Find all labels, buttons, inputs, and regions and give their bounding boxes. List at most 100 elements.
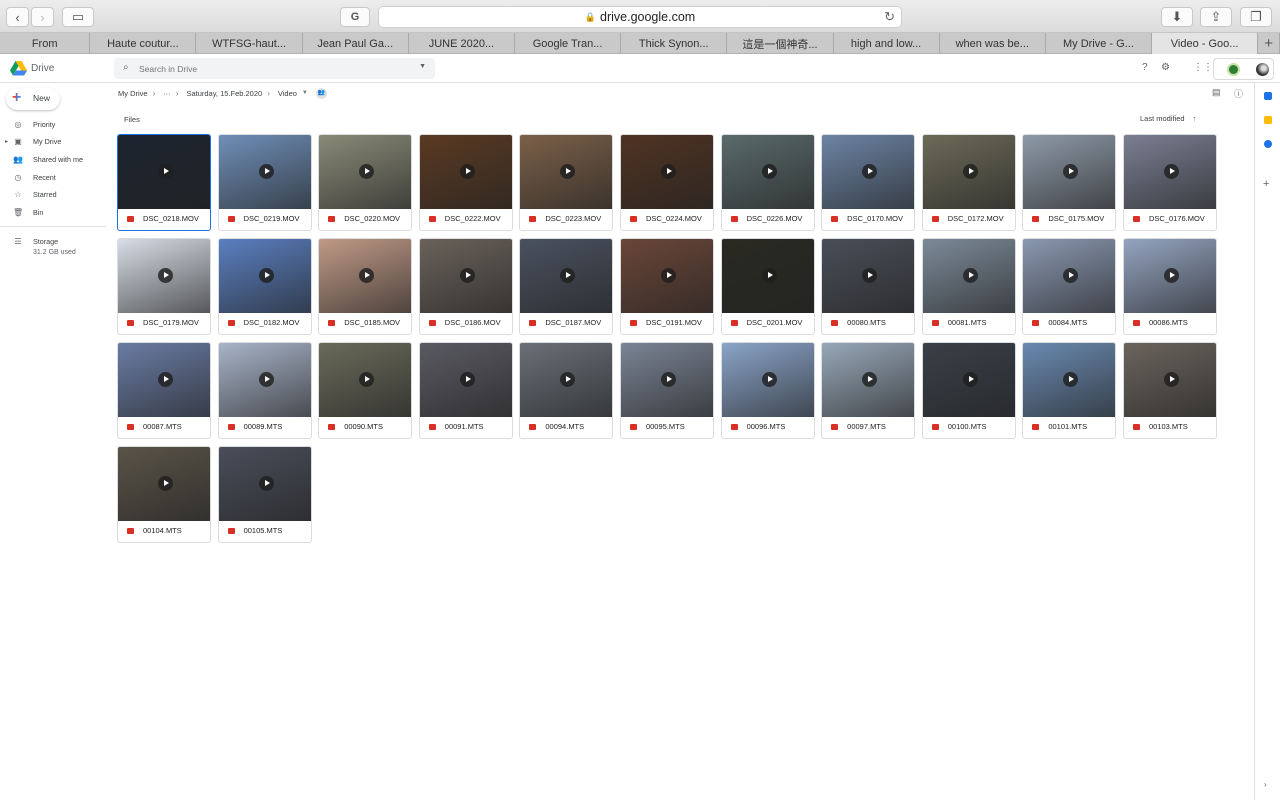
file-name-bar[interactable]: DSC_0175.MOV <box>1023 208 1115 230</box>
video-thumbnail[interactable] <box>822 239 915 313</box>
browser-tab[interactable]: Haute coutur... <box>90 33 197 54</box>
file-name-bar[interactable]: DSC_0186.MOV <box>420 312 512 334</box>
file-card[interactable]: 00103.MTS <box>1122 342 1217 439</box>
file-card[interactable]: DSC_0222.MOV <box>418 134 513 231</box>
back-button[interactable]: ‹ <box>6 7 29 27</box>
expand-arrow-icon[interactable]: ▸ <box>5 138 8 145</box>
video-thumbnail[interactable] <box>721 239 814 313</box>
file-card[interactable]: 00096.MTS <box>720 342 815 439</box>
file-name-bar[interactable]: DSC_0220.MOV <box>319 208 411 230</box>
share-button[interactable]: ⇪ <box>1200 7 1232 27</box>
file-card[interactable]: DSC_0176.MOV <box>1122 134 1217 231</box>
sidebar-item-starred[interactable]: ☆ Starred <box>0 187 108 203</box>
video-thumbnail[interactable] <box>520 239 613 313</box>
file-name-bar[interactable]: 00095.MTS <box>621 416 713 438</box>
file-name-bar[interactable]: DSC_0223.MOV <box>520 208 612 230</box>
drive-logo-icon[interactable] <box>10 61 27 76</box>
file-name-bar[interactable]: DSC_0222.MOV <box>420 208 512 230</box>
video-thumbnail[interactable] <box>1123 343 1216 417</box>
file-card[interactable]: 00101.MTS <box>1022 342 1117 439</box>
file-card[interactable]: 00086.MTS <box>1122 238 1217 335</box>
video-thumbnail[interactable] <box>218 343 311 417</box>
video-thumbnail[interactable] <box>218 447 311 521</box>
video-thumbnail[interactable] <box>319 343 412 417</box>
search-box[interactable]: ⌕ ▼ <box>114 58 435 79</box>
file-card[interactable]: DSC_0185.MOV <box>318 238 413 335</box>
file-card[interactable]: DSC_0226.MOV <box>720 134 815 231</box>
browser-tab[interactable]: My Drive - G... <box>1046 33 1153 54</box>
file-card[interactable]: 00081.MTS <box>921 238 1016 335</box>
info-icon[interactable]: ⓘ <box>1234 87 1243 100</box>
file-card[interactable]: DSC_0186.MOV <box>418 238 513 335</box>
video-thumbnail[interactable] <box>520 135 613 209</box>
file-name-bar[interactable]: 00097.MTS <box>822 416 914 438</box>
file-name-bar[interactable]: 00096.MTS <box>722 416 814 438</box>
file-name-bar[interactable]: 00091.MTS <box>420 416 512 438</box>
video-thumbnail[interactable] <box>218 239 311 313</box>
calendar-icon[interactable] <box>1264 92 1272 100</box>
file-name-bar[interactable]: DSC_0201.MOV <box>722 312 814 334</box>
file-card[interactable]: 00100.MTS <box>921 342 1016 439</box>
file-name-bar[interactable]: DSC_0226.MOV <box>722 208 814 230</box>
file-name-bar[interactable]: DSC_0179.MOV <box>118 312 210 334</box>
video-thumbnail[interactable] <box>218 135 311 209</box>
video-thumbnail[interactable] <box>319 135 412 209</box>
sidebar-toggle-button[interactable]: ▭ <box>62 7 94 27</box>
file-card[interactable]: DSC_0218.MOV <box>117 134 211 231</box>
video-thumbnail[interactable] <box>620 239 713 313</box>
file-card[interactable]: 00095.MTS <box>619 342 714 439</box>
video-thumbnail[interactable] <box>922 135 1015 209</box>
video-thumbnail[interactable] <box>822 343 915 417</box>
file-card[interactable]: 00091.MTS <box>418 342 513 439</box>
file-name-bar[interactable]: DSC_0182.MOV <box>219 312 311 334</box>
browser-tab[interactable]: when was be... <box>940 33 1046 54</box>
video-thumbnail[interactable] <box>118 343 210 417</box>
sort-label[interactable]: Last modified <box>1140 114 1185 123</box>
extension-button[interactable]: G <box>340 7 370 27</box>
file-card[interactable]: DSC_0179.MOV <box>117 238 211 335</box>
sidebar-item-my-drive[interactable]: ▸ ▣ My Drive <box>0 134 108 150</box>
video-thumbnail[interactable] <box>419 343 512 417</box>
file-name-bar[interactable]: 00105.MTS <box>219 520 311 542</box>
file-name-bar[interactable]: DSC_0191.MOV <box>621 312 713 334</box>
video-thumbnail[interactable] <box>118 135 210 209</box>
video-thumbnail[interactable] <box>922 239 1015 313</box>
user-avatar[interactable] <box>1256 63 1269 76</box>
chevron-right-icon[interactable]: › <box>1264 780 1267 789</box>
file-card[interactable]: DSC_0191.MOV <box>619 238 714 335</box>
browser-tab[interactable]: 這是一個神奇... <box>727 33 834 54</box>
file-card[interactable]: 00094.MTS <box>519 342 614 439</box>
search-options-icon[interactable]: ▼ <box>419 63 426 70</box>
search-input[interactable] <box>139 61 399 76</box>
video-thumbnail[interactable] <box>118 239 210 313</box>
arrow-up-icon[interactable]: ↑ <box>1193 114 1197 123</box>
file-name-bar[interactable]: 00090.MTS <box>319 416 411 438</box>
help-icon[interactable]: ? <box>1142 62 1148 73</box>
file-name-bar[interactable]: DSC_0185.MOV <box>319 312 411 334</box>
file-name-bar[interactable]: DSC_0172.MOV <box>923 208 1015 230</box>
browser-tab[interactable]: high and low... <box>834 33 940 54</box>
file-card[interactable]: 00084.MTS <box>1022 238 1117 335</box>
file-card[interactable]: DSC_0220.MOV <box>318 134 413 231</box>
file-name-bar[interactable]: DSC_0224.MOV <box>621 208 713 230</box>
file-card[interactable]: 00105.MTS <box>217 446 312 543</box>
list-view-icon[interactable]: ▤ <box>1212 87 1221 98</box>
file-name-bar[interactable]: DSC_0218.MOV <box>118 208 210 230</box>
breadcrumb-folder[interactable]: Saturday, 15.Feb.2020 <box>186 89 262 98</box>
downloads-button[interactable]: ⬇ <box>1161 7 1193 27</box>
video-thumbnail[interactable] <box>1123 239 1216 313</box>
forward-button[interactable]: › <box>31 7 54 27</box>
file-name-bar[interactable]: 00080.MTS <box>822 312 914 334</box>
video-thumbnail[interactable] <box>319 239 412 313</box>
video-thumbnail[interactable] <box>922 343 1015 417</box>
chevron-down-icon[interactable]: ▼ <box>302 90 308 96</box>
file-card[interactable]: 00080.MTS <box>821 238 916 335</box>
sidebar-item-bin[interactable]: 🗑 Bin <box>0 205 108 221</box>
file-name-bar[interactable]: 00086.MTS <box>1124 312 1216 334</box>
browser-tab[interactable]: Google Tran... <box>515 33 622 54</box>
file-card[interactable]: 00087.MTS <box>117 342 211 439</box>
browser-tab[interactable]: WTFSG-haut... <box>196 33 303 54</box>
file-name-bar[interactable]: 00087.MTS <box>118 416 210 438</box>
settings-gear-icon[interactable]: ⚙ <box>1161 62 1170 73</box>
file-name-bar[interactable]: DSC_0176.MOV <box>1124 208 1216 230</box>
